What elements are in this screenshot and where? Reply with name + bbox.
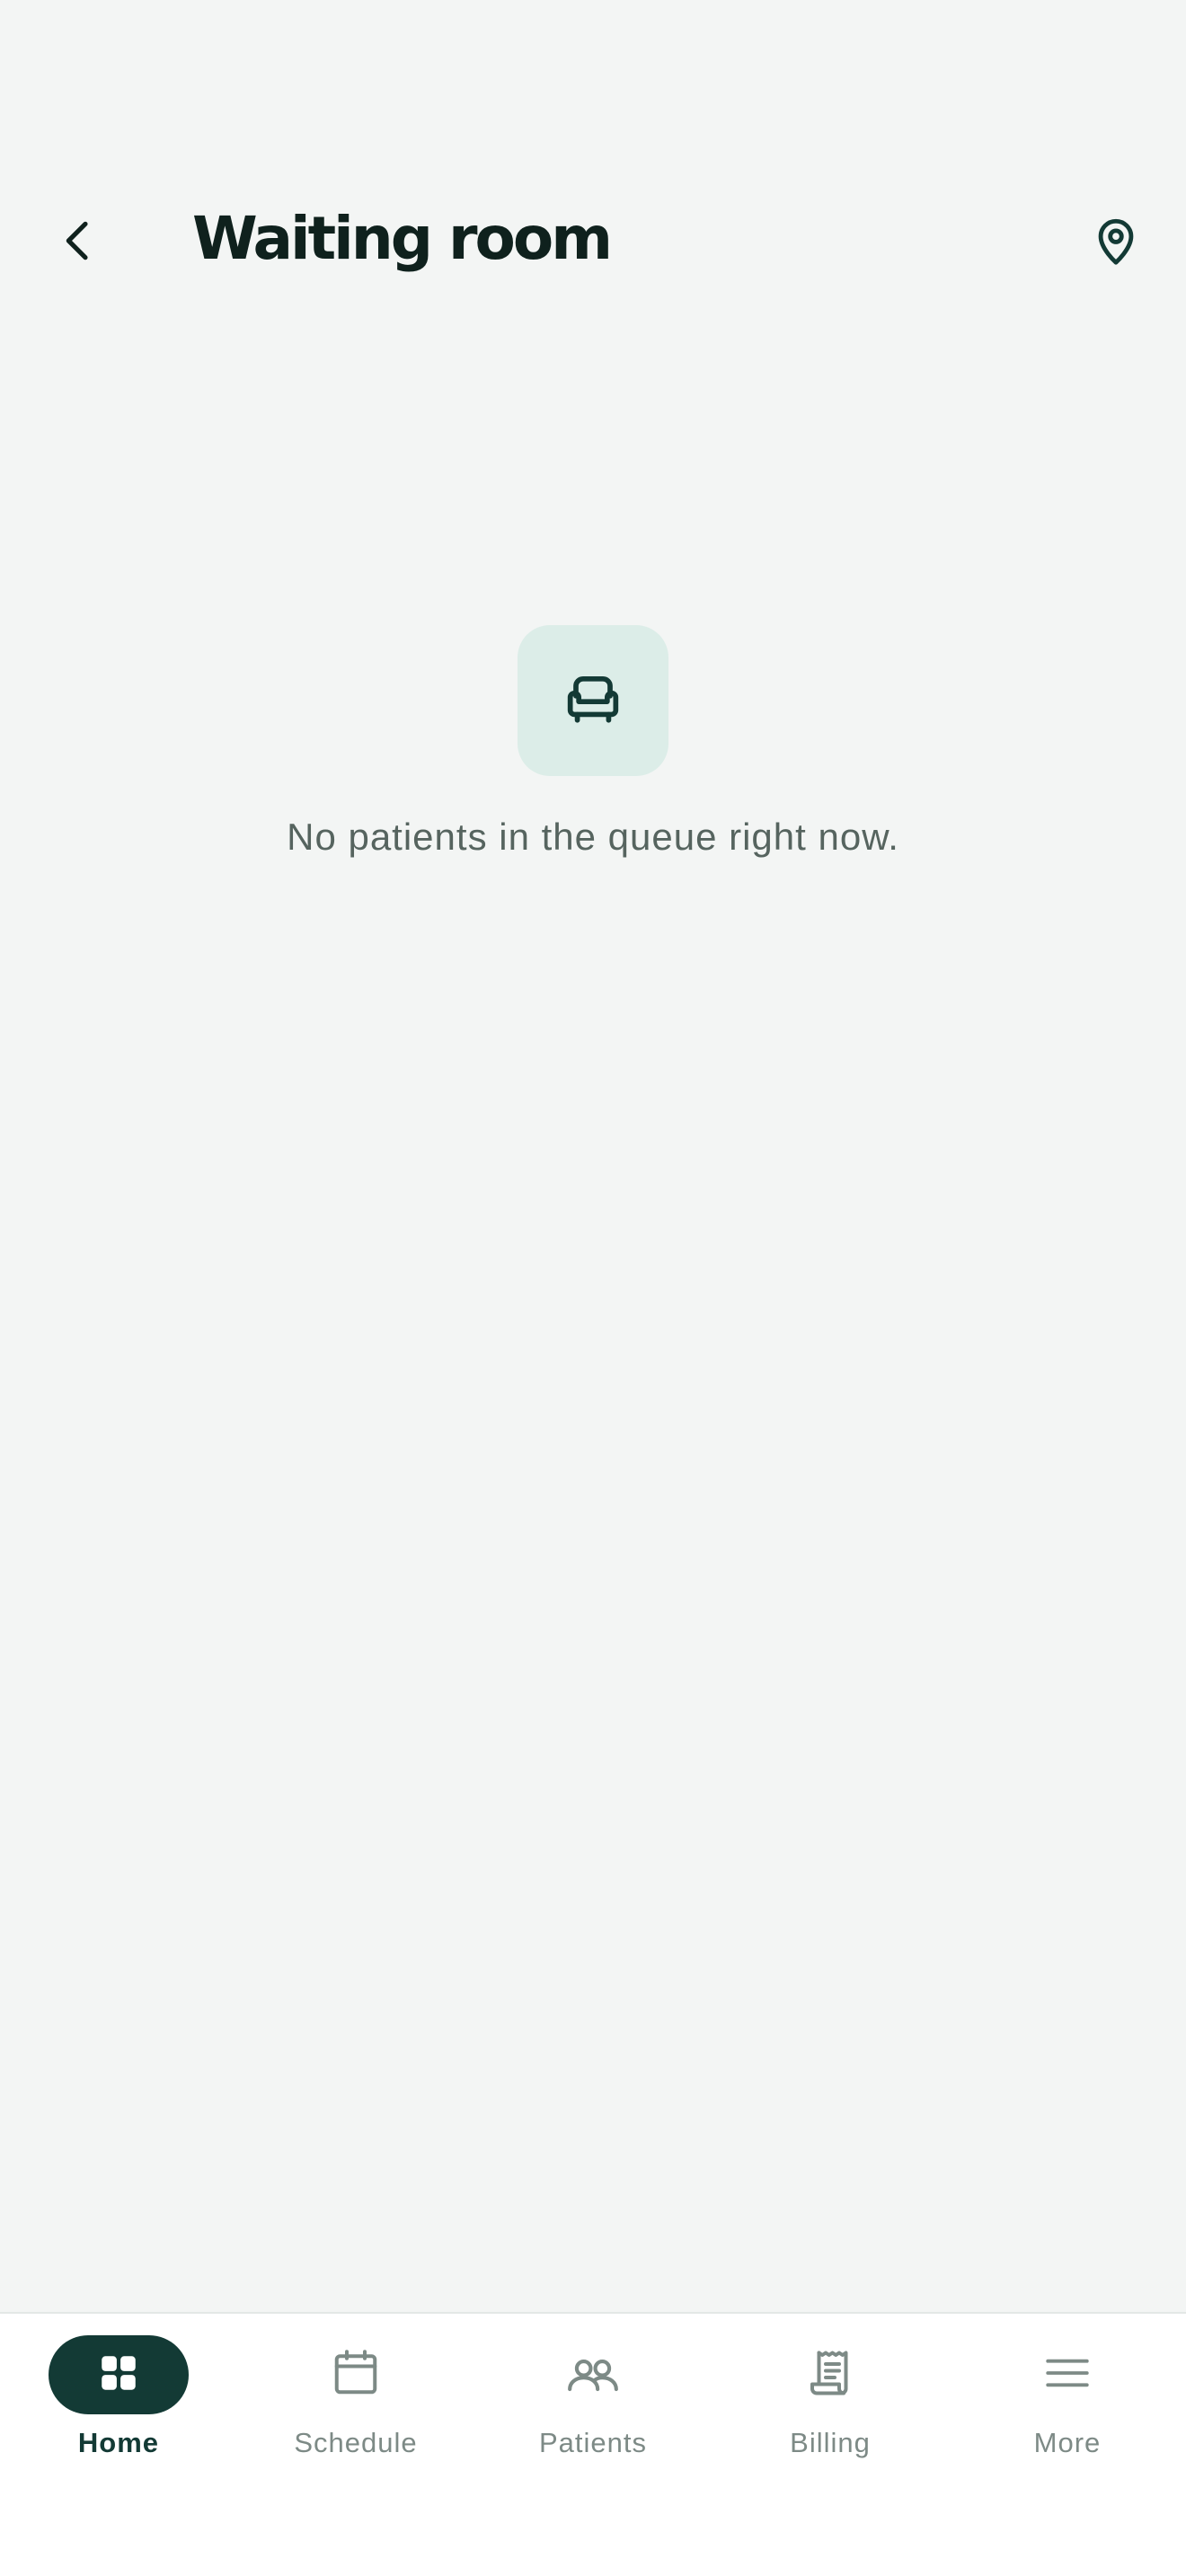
nav-label-schedule: Schedule [294,2427,418,2458]
back-button[interactable] [36,199,122,286]
nav-item-more[interactable]: More [949,2314,1186,2475]
armchair-icon [559,665,627,737]
empty-state-message: No patients in the queue right now. [287,816,899,858]
nav-billing-icon-wrap [760,2335,900,2414]
nav-item-schedule[interactable]: Schedule [237,2314,474,2475]
nav-item-patients[interactable]: Patients [474,2314,712,2475]
users-icon [565,2345,621,2405]
nav-patients-icon-wrap [523,2335,663,2414]
nav-label-home: Home [77,2427,160,2458]
empty-state: No patients in the queue right now. [0,625,1186,859]
empty-state-icon-box [518,625,668,776]
grid-icon [96,2351,141,2400]
nav-label-patients: Patients [538,2427,647,2458]
nav-item-home[interactable]: Home [0,2314,237,2475]
nav-item-billing[interactable]: Billing [712,2314,949,2475]
page-title: Waiting room [192,204,613,273]
header: Waiting room [0,180,1186,305]
nav-label-billing: Billing [790,2427,871,2458]
receipt-icon [803,2346,857,2404]
chevron-left-icon [54,216,104,270]
location-button[interactable] [1073,199,1159,286]
nav-label-more: More [1033,2427,1102,2458]
nav-more-icon-wrap [997,2335,1137,2414]
waiting-room-screen: Waiting room No patients in the queue ri… [0,0,1186,2576]
calendar-icon [329,2346,383,2404]
map-pin-icon [1090,215,1142,271]
bottom-navigation: Home Schedule Patients Billing More [0,2312,1186,2576]
nav-home-icon-wrap [49,2335,189,2414]
menu-icon [1041,2347,1093,2404]
nav-schedule-icon-wrap [286,2335,426,2414]
